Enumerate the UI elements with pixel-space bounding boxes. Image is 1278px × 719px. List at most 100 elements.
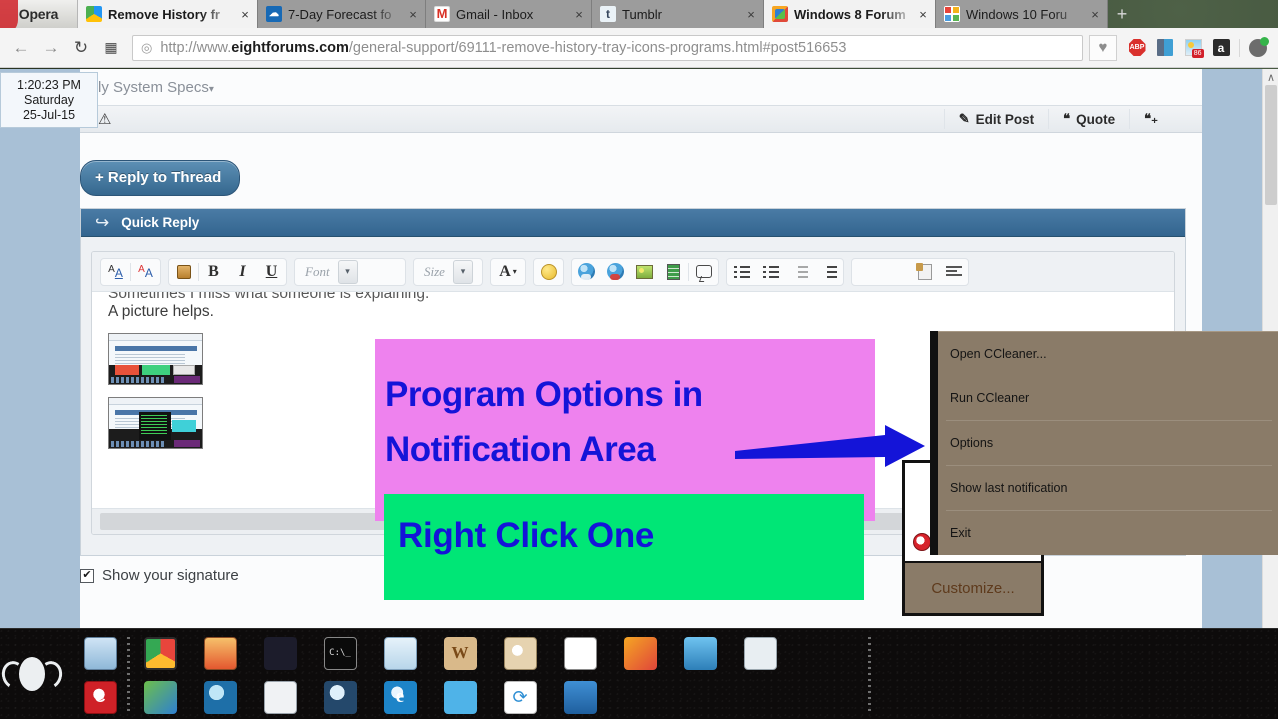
indent-icon[interactable] xyxy=(814,259,843,285)
tab-tumblr[interactable]: t Tumblr × xyxy=(592,0,764,28)
tab-close-icon[interactable]: × xyxy=(915,8,931,21)
forward-button[interactable]: → xyxy=(36,34,66,62)
opera-tray-icon[interactable] xyxy=(913,533,931,551)
remove-format-icon[interactable]: AA xyxy=(101,259,130,285)
toolbar-group-basic: B I U xyxy=(168,257,287,286)
internet-explorer-icon[interactable]: e xyxy=(380,677,420,717)
tiles-app-icon[interactable] xyxy=(260,633,300,673)
quote-label: Quote xyxy=(1076,111,1116,127)
paste-icon[interactable] xyxy=(169,259,198,285)
insert-image-icon[interactable] xyxy=(630,259,659,285)
refresh-icon[interactable]: ⟳ xyxy=(500,677,540,717)
notepad-icon[interactable] xyxy=(380,633,420,673)
speed-dial-button[interactable]: ▦ xyxy=(96,34,126,62)
reload-button[interactable]: ↻ xyxy=(66,34,96,62)
font-size-select[interactable]: Size ▾ xyxy=(413,257,483,286)
tab-close-icon[interactable]: × xyxy=(571,8,587,21)
show-signature-checkbox[interactable]: ✔ xyxy=(80,568,94,583)
photo-editor-icon[interactable] xyxy=(200,633,240,673)
heart-glyph: ♥ xyxy=(1098,39,1108,56)
url-protocol: http://www. xyxy=(160,39,232,56)
customize-tray-button[interactable]: Customize... xyxy=(905,561,1041,613)
paste-from-word-icon[interactable] xyxy=(910,259,939,285)
italic-icon[interactable]: I xyxy=(228,259,257,285)
font-color-icon[interactable]: A ▾ xyxy=(491,259,525,285)
back-arrow-icon[interactable]: ↩ xyxy=(95,213,109,233)
tab-remove-history[interactable]: Remove History fr × xyxy=(78,0,258,28)
post-action-bar: ⚠ ✎ Edit Post ❝ Quote ❝₊ xyxy=(80,105,1202,133)
clock-icon[interactable] xyxy=(320,677,360,717)
outdent-icon[interactable] xyxy=(785,259,814,285)
insert-video-icon[interactable] xyxy=(659,259,688,285)
wordpad-icon[interactable]: W xyxy=(440,633,480,673)
menu-item-exit[interactable]: Exit xyxy=(938,511,1278,555)
reading-list-icon[interactable] xyxy=(1154,36,1176,60)
menu-item-options[interactable]: Options xyxy=(938,421,1278,465)
tab-close-icon[interactable]: × xyxy=(743,8,759,21)
reply-to-thread-button[interactable]: + Reply to Thread xyxy=(80,160,241,196)
scroll-up-arrow-icon[interactable]: ∧ xyxy=(1263,71,1278,85)
url-input[interactable]: ◎ http://www.eightforums.com/general-sup… xyxy=(132,34,1083,61)
bold-icon[interactable]: B xyxy=(199,259,228,285)
align-icon[interactable] xyxy=(939,259,968,285)
screenshot-thumbnail-2[interactable] xyxy=(108,397,203,449)
insert-link-icon[interactable] xyxy=(572,259,601,285)
clock-tooltip: 1:20:23 PM Saturday 25-Jul-15 xyxy=(0,72,98,128)
windows8-icon xyxy=(772,6,788,22)
tab-close-icon[interactable]: × xyxy=(405,8,421,21)
hash-icon[interactable] xyxy=(881,259,910,285)
unordered-list-icon[interactable] xyxy=(756,259,785,285)
moon-icon[interactable] xyxy=(200,677,240,717)
settings-gear-icon[interactable] xyxy=(260,677,300,717)
tab-close-icon[interactable]: × xyxy=(1087,8,1103,21)
toolbar-group-smiley xyxy=(533,257,564,286)
back-button[interactable]: ← xyxy=(6,34,36,62)
strikethrough-icon[interactable] xyxy=(852,259,881,285)
screenshot-thumbnail-1[interactable] xyxy=(108,333,203,385)
command-prompt-icon[interactable]: C:\_ xyxy=(320,633,360,673)
toolbar-group-lists xyxy=(726,257,844,286)
ccleaner-icon[interactable]: C xyxy=(80,677,120,717)
page-info-icon: ◎ xyxy=(141,39,153,55)
tab-close-icon[interactable]: × xyxy=(237,8,253,21)
defraggler-icon[interactable] xyxy=(140,677,180,717)
insert-quote-icon[interactable] xyxy=(689,259,718,285)
sync-tool-icon[interactable] xyxy=(680,633,720,673)
quote-button[interactable]: ❝ Quote xyxy=(1048,109,1129,129)
computer-icon[interactable] xyxy=(80,633,120,673)
undo-format-icon[interactable]: AA xyxy=(131,259,160,285)
edit-post-button[interactable]: ✎ Edit Post xyxy=(943,109,1048,129)
multiquote-button[interactable]: ❝₊ xyxy=(1129,109,1172,129)
quick-reply-header: ↩ Quick Reply xyxy=(81,209,1185,237)
chrome-icon[interactable] xyxy=(140,633,180,673)
tab-gmail-inbox[interactable]: M Gmail - Inbox × xyxy=(426,0,592,28)
paint-icon[interactable] xyxy=(500,633,540,673)
smiley-icon[interactable] xyxy=(534,259,563,285)
underline-icon[interactable]: U xyxy=(257,259,286,285)
adblock-plus-icon[interactable]: ABP xyxy=(1126,36,1148,60)
menu-item-open-ccleaner[interactable]: Open CCleaner... xyxy=(938,332,1278,376)
camera-icon[interactable] xyxy=(740,633,780,673)
tab-windows-8-forums[interactable]: Windows 8 Forum × xyxy=(764,0,936,28)
snipping-tool-icon[interactable] xyxy=(560,633,600,673)
show-signature-row[interactable]: ✔ Show your signature xyxy=(80,567,239,584)
photo-extension-icon[interactable]: 86 xyxy=(1182,36,1204,60)
pictures-icon[interactable] xyxy=(620,633,660,673)
wot-icon[interactable] xyxy=(1247,36,1269,60)
tab-7day-forecast[interactable]: ☁ 7-Day Forecast fo × xyxy=(258,0,426,28)
font-family-select[interactable]: Font ▾ xyxy=(294,257,406,286)
amazon-icon[interactable]: a xyxy=(1210,36,1232,60)
new-tab-button[interactable]: + xyxy=(1112,4,1132,24)
system-specs-link[interactable]: ly System Specs▾ xyxy=(98,79,214,96)
tab-windows-10-forums[interactable]: Windows 10 Foru × xyxy=(936,0,1108,28)
opera-menu-button[interactable]: Opera xyxy=(0,0,78,28)
ordered-list-icon[interactable] xyxy=(727,259,756,285)
chevron-down-icon: ▾ xyxy=(452,259,473,284)
scottie-dog-icon[interactable] xyxy=(440,677,480,717)
folder-windows-icon[interactable] xyxy=(560,677,600,717)
menu-item-run-ccleaner[interactable]: Run CCleaner xyxy=(938,376,1278,420)
scrollbar-thumb[interactable] xyxy=(1265,85,1277,205)
remove-link-icon[interactable] xyxy=(601,259,630,285)
bookmark-heart-icon[interactable]: ♥ xyxy=(1089,34,1117,61)
menu-item-show-last-notification[interactable]: Show last notification xyxy=(938,466,1278,510)
